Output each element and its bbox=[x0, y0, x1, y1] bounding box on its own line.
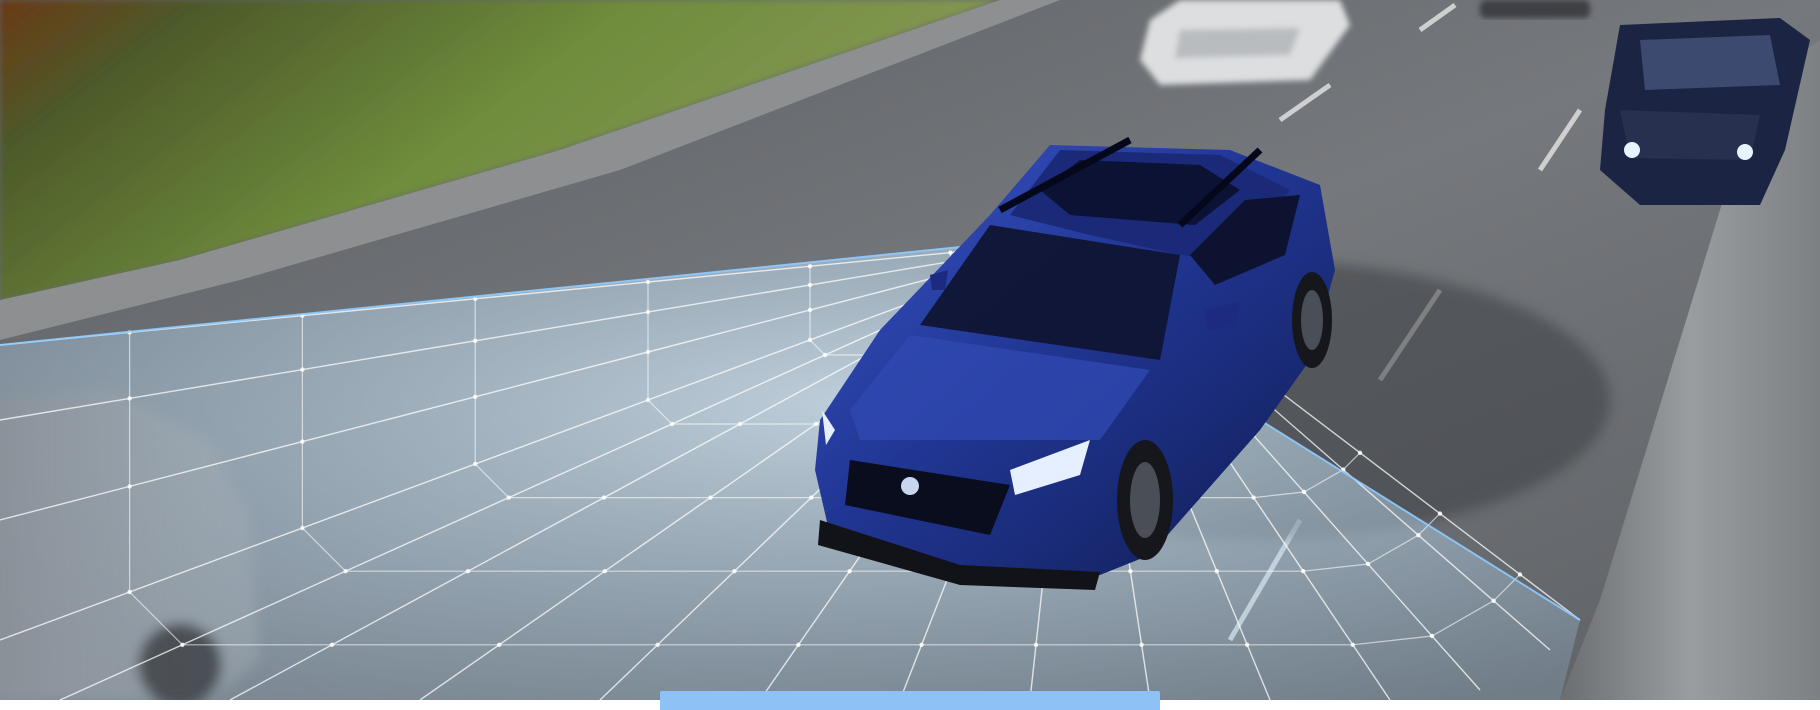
grid-node bbox=[329, 642, 335, 647]
grid-node bbox=[732, 569, 737, 574]
grid-node bbox=[602, 569, 607, 574]
hero-scene bbox=[0, 0, 1820, 710]
hero-image bbox=[0, 0, 1820, 700]
grid-node bbox=[737, 421, 743, 427]
grid-node bbox=[127, 484, 132, 489]
grid-node bbox=[809, 495, 814, 500]
grid-node bbox=[948, 250, 953, 255]
grid-node bbox=[601, 495, 607, 500]
grid-node bbox=[300, 439, 305, 444]
grid-node bbox=[1033, 642, 1039, 647]
grid-node bbox=[473, 394, 478, 399]
grid-node bbox=[822, 352, 828, 358]
grid-node bbox=[506, 495, 511, 500]
grid-node bbox=[497, 642, 502, 647]
grid-node bbox=[127, 396, 132, 401]
grid-node bbox=[1301, 569, 1306, 574]
grid-node bbox=[300, 367, 305, 372]
grid-node bbox=[1128, 569, 1133, 574]
grid-node bbox=[847, 569, 852, 574]
grid-node bbox=[708, 495, 713, 500]
grid-node bbox=[645, 397, 651, 403]
grid-node bbox=[1245, 642, 1250, 647]
grid-node bbox=[1491, 598, 1496, 603]
grid-node bbox=[473, 338, 478, 343]
grid-node bbox=[1437, 511, 1443, 516]
carousel-active-indicator[interactable] bbox=[660, 691, 1160, 710]
grid-node bbox=[343, 569, 348, 574]
grid-node bbox=[1416, 533, 1421, 538]
grid-node bbox=[919, 642, 924, 647]
grid-node bbox=[1429, 633, 1435, 639]
grid-node bbox=[813, 421, 819, 427]
grid-node bbox=[473, 461, 478, 467]
grid-node bbox=[1517, 572, 1523, 577]
grid-node bbox=[465, 569, 471, 574]
grid-node bbox=[1350, 642, 1356, 647]
grid-node bbox=[180, 642, 185, 647]
distant-dark-car bbox=[1480, 0, 1590, 18]
grid-node bbox=[645, 349, 651, 355]
grid-node bbox=[645, 279, 651, 285]
grid-node bbox=[807, 337, 813, 343]
grid-node bbox=[1139, 642, 1144, 647]
grid-node bbox=[127, 589, 132, 595]
grid-node bbox=[807, 282, 813, 288]
grid-node bbox=[1357, 450, 1363, 455]
grid-node bbox=[655, 642, 660, 647]
grid-node bbox=[645, 309, 651, 315]
grid-node bbox=[1251, 495, 1256, 500]
grid-node bbox=[1301, 489, 1307, 495]
grid-node bbox=[1365, 561, 1371, 567]
grid-node bbox=[300, 525, 305, 531]
grid-node bbox=[669, 421, 675, 427]
grid-node bbox=[796, 642, 801, 647]
grid-node bbox=[807, 307, 813, 313]
grid-node bbox=[1214, 569, 1220, 574]
grid-node bbox=[807, 264, 813, 269]
